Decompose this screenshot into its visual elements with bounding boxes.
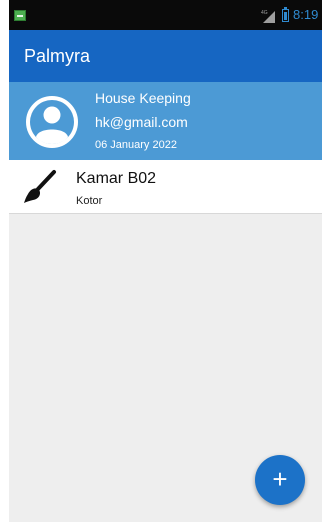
network-type-label: 4G xyxy=(261,10,268,16)
status-time: 8:19 xyxy=(293,7,319,22)
notification-icon xyxy=(14,10,26,21)
app-bar: Palmyra xyxy=(9,30,322,82)
add-button[interactable]: + xyxy=(255,455,305,505)
profile-date: 06 January 2022 xyxy=(95,139,177,151)
room-list-item[interactable]: Kamar B02 Kotor xyxy=(9,160,322,214)
profile-header: House Keeping hk@gmail.com 06 January 20… xyxy=(9,82,322,160)
status-bar: 4G 8:19 xyxy=(9,0,322,30)
app-title: Palmyra xyxy=(24,46,91,66)
app-screen: 4G 8:19 Palmyra House Keeping hk@gmail.c… xyxy=(9,0,322,522)
room-name: Kamar B02 xyxy=(76,170,157,187)
profile-email: hk@gmail.com xyxy=(95,114,188,130)
room-status: Kotor xyxy=(76,195,103,207)
battery-icon xyxy=(282,7,289,22)
signal-icon: 4G xyxy=(261,10,275,23)
profile-role: House Keeping xyxy=(95,90,191,106)
account-circle-icon xyxy=(26,96,78,148)
add-icon: + xyxy=(272,464,288,494)
brush-icon xyxy=(24,170,56,203)
